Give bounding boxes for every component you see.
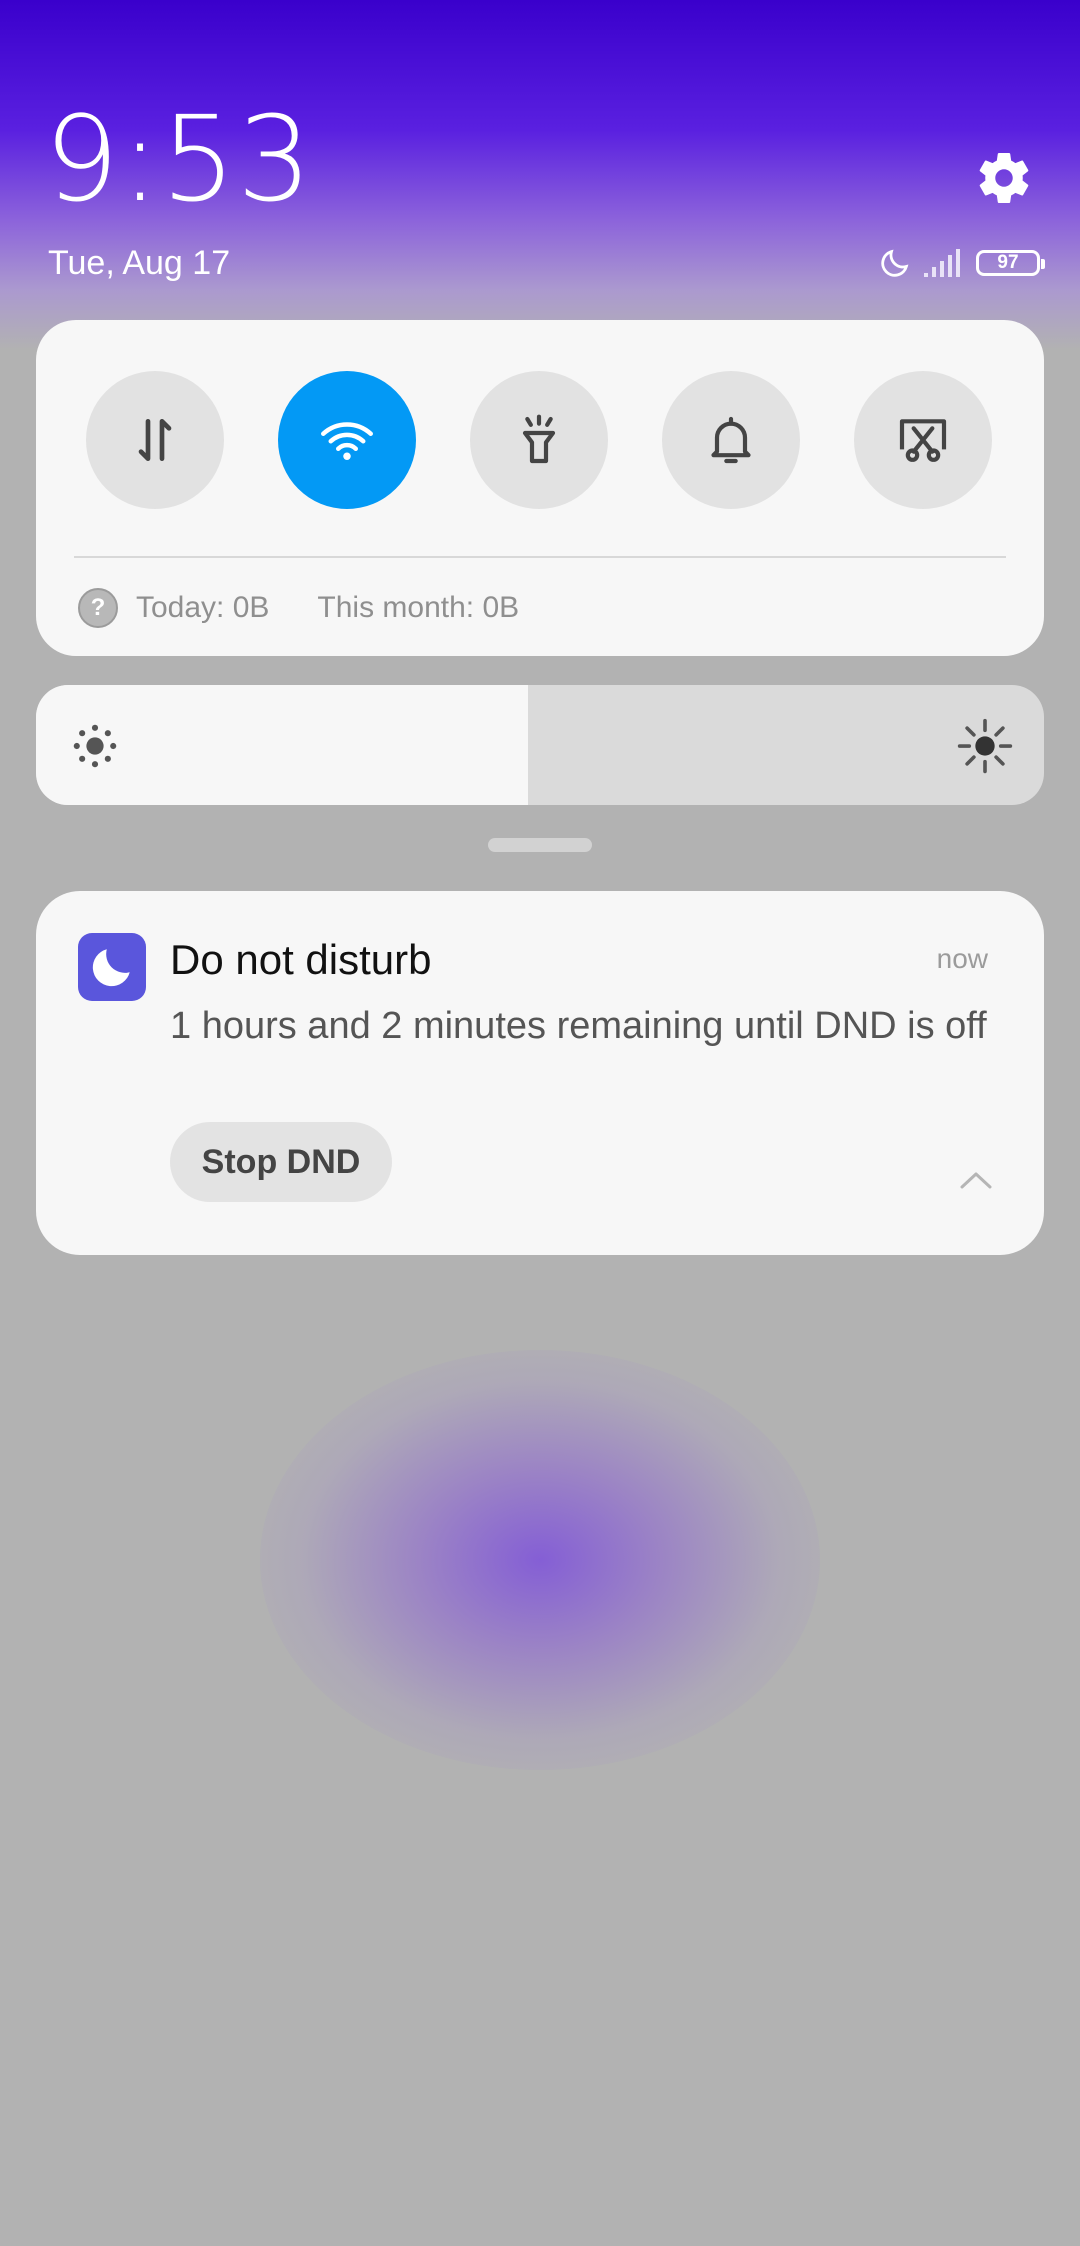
bell-icon (711, 416, 751, 464)
dnd-notification[interactable]: Do not disturb now 1 hours and 2 minutes… (36, 891, 1044, 1255)
notification-title: Do not disturb (170, 936, 432, 983)
moon-icon (881, 249, 909, 277)
scissors-icon (899, 419, 947, 462)
brightness-slider[interactable] (36, 685, 1044, 805)
date[interactable]: Tue, Aug 17 (48, 246, 230, 280)
notification-body: 1 hours and 2 minutes remaining until DN… (170, 1005, 987, 1047)
divider (74, 556, 1006, 558)
brightness-low-icon (73, 724, 117, 768)
mobile-data-toggle[interactable] (86, 371, 224, 509)
status-icons: 97 (878, 244, 1045, 282)
panel-drag-handle[interactable] (488, 838, 592, 852)
moon-icon (92, 949, 130, 987)
battery-level: 97 (997, 252, 1019, 273)
settings-button[interactable] (974, 148, 1034, 208)
notification-time: now (936, 943, 988, 974)
stop-dnd-button[interactable]: Stop DND (170, 1122, 392, 1202)
wifi-toggle[interactable] (278, 371, 416, 509)
flashlight-toggle[interactable] (470, 371, 608, 509)
clock[interactable]: 9:53 (44, 100, 313, 218)
screenshot-toggle[interactable] (854, 371, 992, 509)
wifi-icon (321, 422, 373, 460)
wallpaper-glow (260, 1350, 820, 1770)
chevron-up-icon[interactable] (956, 1165, 996, 1195)
brightness-high-icon (957, 718, 1013, 774)
help-icon: ? (78, 588, 118, 628)
dnd-app-icon (78, 933, 146, 1001)
battery-icon: 97 (976, 250, 1045, 276)
flashlight-icon (522, 414, 556, 464)
data-usage[interactable]: ? Today: 0B This month: 0B (78, 586, 519, 630)
quick-settings-panel: ? Today: 0B This month: 0B (36, 320, 1044, 656)
gear-icon (979, 152, 1029, 203)
signal-icon (924, 249, 960, 277)
data-arrows-icon (138, 419, 172, 461)
sound-toggle[interactable] (662, 371, 800, 509)
data-usage-month: This month: 0B (317, 591, 520, 624)
data-usage-today: Today: 0B (136, 591, 270, 624)
